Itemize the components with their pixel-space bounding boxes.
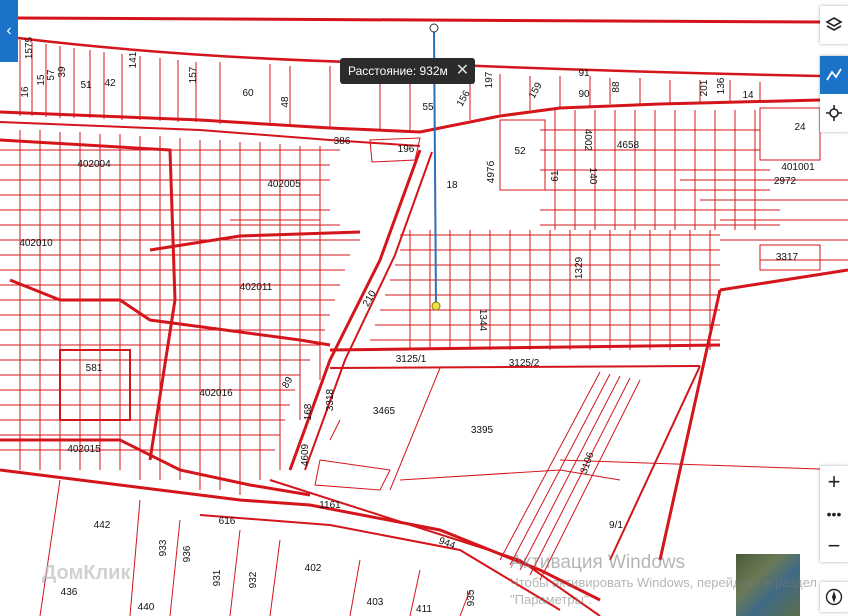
ruler-icon xyxy=(826,68,842,81)
parcel-label[interactable]: 1344 xyxy=(477,309,488,332)
close-icon[interactable]: ✕ xyxy=(456,63,469,79)
parcel-label[interactable]: 411 xyxy=(416,604,432,615)
tools-control[interactable] xyxy=(820,56,848,132)
parcel-label[interactable]: 931 xyxy=(212,569,223,586)
layers-icon xyxy=(825,17,843,31)
parcel-label[interactable]: 4609 xyxy=(300,443,311,466)
parcel-label[interactable]: 403 xyxy=(367,597,384,608)
parcel-label[interactable]: 1575 xyxy=(24,36,35,59)
distance-text: Расстояние: 932м xyxy=(348,64,448,78)
parcel-label[interactable]: 201 xyxy=(699,79,710,96)
parcel-label[interactable]: 402 xyxy=(305,563,322,574)
parcel-label[interactable]: 3318 xyxy=(325,388,336,411)
parcel-label[interactable]: 61 xyxy=(550,170,561,182)
parcel-label[interactable]: 936 xyxy=(182,545,193,562)
parcel-label[interactable]: 140 xyxy=(587,168,598,185)
parcel-label[interactable]: 497б xyxy=(485,161,497,184)
layers-button[interactable] xyxy=(820,6,848,44)
parcel-label[interactable]: 18 xyxy=(446,180,458,191)
parcel-label[interactable]: 4002 xyxy=(582,129,593,152)
parcel-label[interactable]: 3465 xyxy=(373,406,396,417)
parcel-label[interactable]: 402004 xyxy=(77,159,111,170)
locate-button[interactable] xyxy=(820,94,848,132)
ruler-button[interactable] xyxy=(820,56,848,94)
parcel-label[interactable]: 55 xyxy=(422,102,434,113)
parcel-label[interactable]: 51 xyxy=(80,80,92,91)
watermark-title: Активация Windows xyxy=(510,552,686,573)
parcel-label[interactable]: 136 xyxy=(716,77,727,94)
parcel-label[interactable]: 402005 xyxy=(267,179,301,190)
parcel-label[interactable]: 1161 xyxy=(319,500,341,511)
logo: ДомКлик xyxy=(42,562,131,584)
parcel-label[interactable]: 197 xyxy=(484,71,495,88)
parcel-label[interactable]: 4658 xyxy=(617,140,640,151)
parcel-label[interactable]: 88 xyxy=(611,81,622,93)
parcel-label[interactable]: 42 xyxy=(104,78,116,89)
parcel-label[interactable]: 24 xyxy=(794,122,806,133)
parcel-label[interactable]: 16 xyxy=(20,86,31,98)
parcel-label[interactable]: 1329 xyxy=(574,256,585,279)
parcel-label[interactable]: 3317 xyxy=(776,252,799,263)
parcel-label[interactable]: 386 xyxy=(334,136,351,147)
parcel-label[interactable]: 616 xyxy=(219,516,236,527)
parcel-label[interactable]: 402016 xyxy=(199,388,233,399)
parcel-label[interactable]: 9/1 xyxy=(609,520,623,531)
parcel-label[interactable]: 168 xyxy=(303,403,314,420)
parcel-label[interactable]: 3125/2 xyxy=(509,358,540,369)
parcel-label[interactable]: 91 xyxy=(578,68,590,79)
parcel-label[interactable]: 402010 xyxy=(19,238,53,249)
parcel-label[interactable]: 3395 xyxy=(471,425,494,436)
parcel-label[interactable]: 14 xyxy=(742,90,754,101)
cadastral-map[interactable]: 15751615 57 3951 421411576048 55 156197159919… xyxy=(0,0,848,616)
parcel-label[interactable]: 57 xyxy=(46,69,57,81)
collapse-panel-button[interactable]: ‹ xyxy=(0,0,18,62)
zoom-control[interactable]: + ••• − xyxy=(820,466,848,562)
parcel-label[interactable]: 48 xyxy=(280,96,291,108)
parcel-label[interactable]: 90 xyxy=(578,89,590,100)
plus-icon: + xyxy=(827,469,841,494)
chevron-left-icon: ‹ xyxy=(6,22,12,39)
parcel-label[interactable]: 402011 xyxy=(240,282,273,293)
parcel-label[interactable]: 157 xyxy=(188,66,199,83)
parcel-label[interactable]: 436 xyxy=(61,587,78,598)
parcel-label[interactable]: 402015 xyxy=(67,444,101,455)
windows-activation-watermark: Активация Windows Чтобы активировать Win… xyxy=(510,552,830,608)
more-button[interactable]: ••• xyxy=(820,498,848,530)
parcel-label[interactable]: 39 xyxy=(57,66,68,78)
watermark-body: Чтобы активировать Windows, перейдите в … xyxy=(510,575,817,607)
parcel-label[interactable]: 442 xyxy=(94,520,111,531)
parcel-label[interactable]: 60 xyxy=(242,88,254,99)
crosshair-icon xyxy=(826,105,842,121)
zoom-in-button[interactable]: + xyxy=(820,466,848,498)
parcel-label[interactable]: 52 xyxy=(514,146,526,157)
parcel-label[interactable]: 932 xyxy=(248,571,259,588)
parcel-label[interactable]: 581 xyxy=(86,363,103,374)
more-icon: ••• xyxy=(826,506,842,522)
parcel-label[interactable]: 440 xyxy=(138,602,155,613)
parcel-label[interactable]: 141 xyxy=(128,51,139,68)
parcel-label[interactable]: 401001 xyxy=(781,162,815,173)
parcel-label[interactable]: 933 xyxy=(158,539,169,556)
distance-tooltip: Расстояние: 932м ✕ xyxy=(340,58,476,84)
parcel-label[interactable]: 3125/1 xyxy=(396,354,427,365)
parcel-label[interactable]: 2972 xyxy=(774,176,797,187)
parcel-label[interactable]: 196 xyxy=(398,144,415,155)
layers-control[interactable] xyxy=(820,6,848,44)
parcel-label[interactable]: 935 xyxy=(466,589,477,606)
